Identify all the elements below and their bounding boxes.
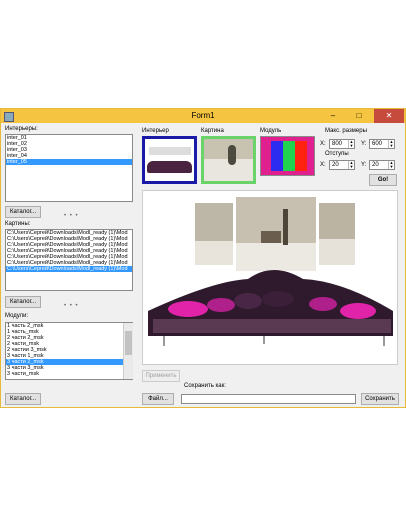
offset-x-label: X: [320, 162, 326, 168]
pictures-list[interactable]: C:\Users\Сергей\Downloads\Modl_ready (1)… [5, 229, 133, 291]
picture-thumbnail[interactable] [201, 136, 256, 184]
module-part-3 [295, 141, 307, 171]
splitter-2[interactable]: • • • [64, 303, 79, 309]
module-part-2 [283, 141, 295, 171]
pictures-label: Картины: [5, 221, 31, 227]
module-part-1 [271, 141, 283, 171]
size-x-label: X: [320, 141, 326, 147]
go-button[interactable]: Go! [369, 174, 397, 186]
modules-list[interactable]: 1 часть 2_msk 1 часть_msk 2 части 2_msk 2 ч… [5, 322, 133, 380]
size-y-label: Y: [361, 141, 367, 147]
apply-button[interactable]: Применить [142, 370, 180, 382]
preview-area [142, 190, 398, 365]
offset-y-label: Y: [361, 162, 367, 168]
interiors-catalog-button[interactable]: Каталог... [5, 206, 41, 218]
save-as-label: Сохранить как: [184, 383, 226, 389]
offsets-label: Отступы [325, 151, 349, 157]
thumb-tree [228, 145, 236, 165]
tab-interior[interactable]: Интерьер [142, 128, 169, 134]
preview-image [148, 197, 393, 346]
maximize-button[interactable]: □ [347, 109, 371, 123]
sofa [148, 270, 393, 346]
interiors-list[interactable]: inter_01 inter_02 inter_03 inter_04 inter_05 [5, 134, 133, 202]
list-item[interactable]: C:\Users\Сергей\Downloads\Modl_ready (1)… [6, 266, 132, 272]
close-button[interactable]: ✕ [374, 109, 404, 123]
spin-arrows-icon[interactable]: ▲ ▼ [348, 140, 354, 148]
modules-scrollbar[interactable] [123, 323, 133, 379]
modules-catalog-button[interactable]: Каталог... [5, 393, 41, 405]
interior-thumbnail[interactable] [142, 136, 197, 184]
main-window: Form1 – □ ✕ Интерьеры: inter_01 inter_02 i… [0, 108, 406, 408]
list-item[interactable]: 3 части_msk [6, 371, 132, 377]
modules-label: Модули: [5, 313, 29, 319]
spin-arrows-icon[interactable]: ▲ ▼ [348, 161, 354, 169]
module-thumbnail[interactable] [260, 136, 315, 176]
splitter-1[interactable]: • • • [64, 213, 79, 219]
scrollbar-thumb[interactable] [125, 331, 132, 355]
pictures-catalog-button[interactable]: Каталог... [5, 296, 41, 308]
size-x-input[interactable]: 800 ▲ ▼ [329, 139, 355, 149]
size-y-input[interactable]: 600 ▲ ▼ [369, 139, 395, 149]
tab-picture[interactable]: Картина [201, 128, 224, 134]
modular-painting [195, 197, 355, 271]
offset-x-input[interactable]: 20 ▲ ▼ [329, 160, 355, 170]
max-size-label: Макс. размеры [325, 128, 367, 134]
interiors-label: Интерьеры: [5, 126, 38, 132]
spin-arrows-icon[interactable]: ▲ ▼ [388, 161, 394, 169]
minimize-button[interactable]: – [321, 109, 345, 123]
save-path-input[interactable] [181, 394, 356, 404]
thumb-wall [149, 147, 191, 155]
tab-module[interactable]: Модуль [260, 128, 281, 134]
file-button[interactable]: Файл... [142, 393, 174, 405]
offset-y-input[interactable]: 20 ▲ ▼ [369, 160, 395, 170]
spin-arrows-icon[interactable]: ▲ ▼ [388, 140, 394, 148]
thumb-sofa [147, 161, 192, 173]
save-button[interactable]: Сохранить [361, 393, 399, 405]
title-bar[interactable]: Form1 – □ ✕ [1, 109, 405, 123]
list-item[interactable]: inter_05 [6, 159, 132, 165]
